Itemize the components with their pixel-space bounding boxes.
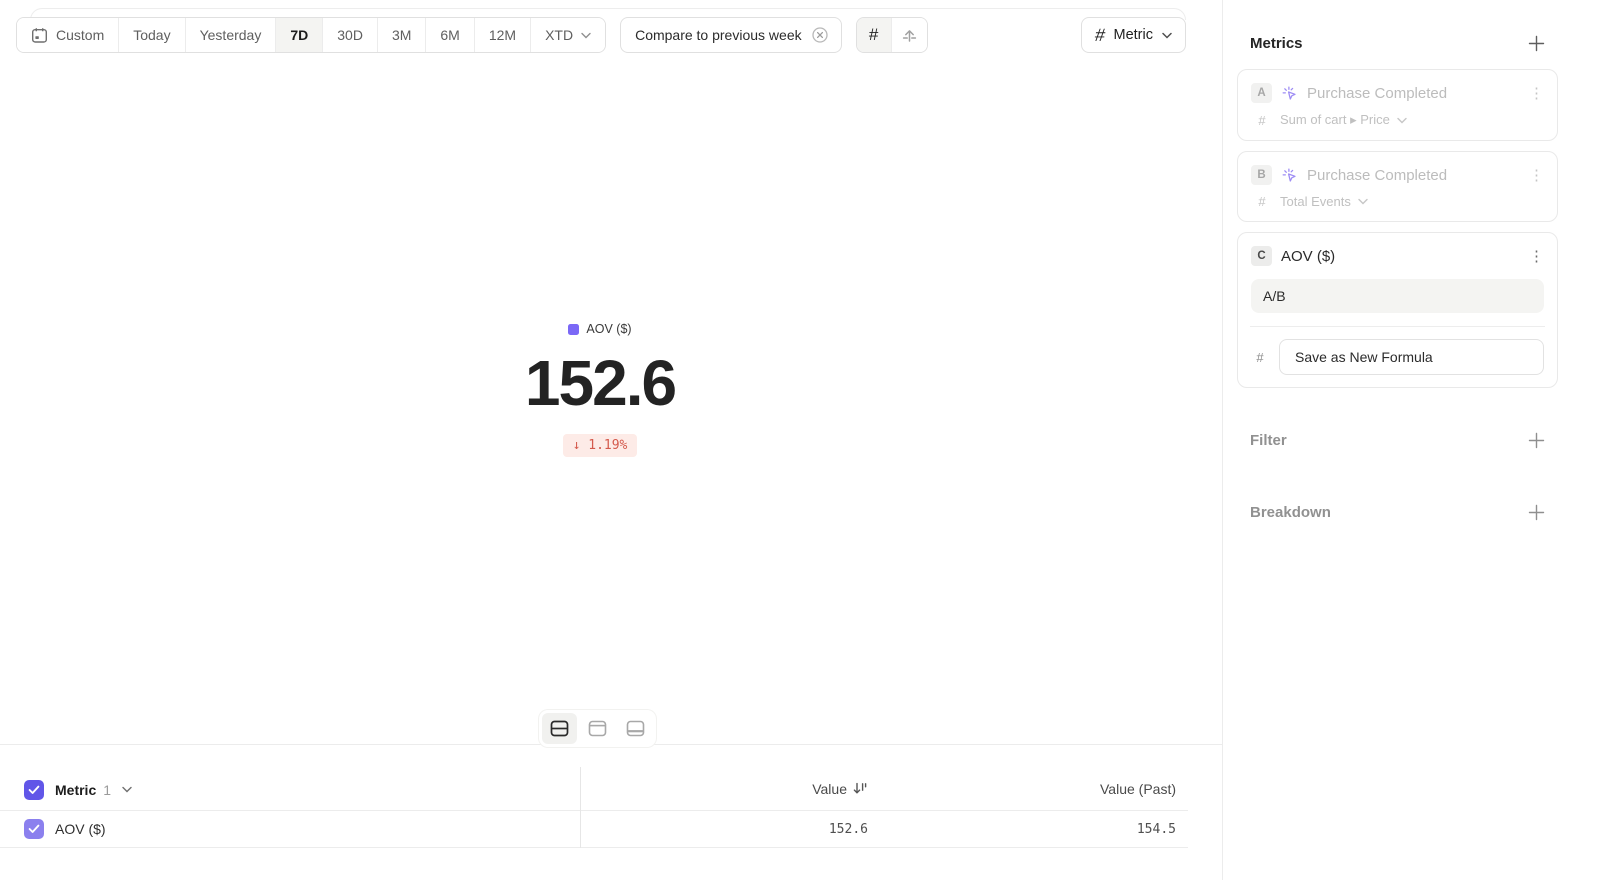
date-range-12m[interactable]: 12M	[475, 18, 531, 52]
split-layout-button[interactable]	[542, 713, 577, 744]
metric-big-number: 152.6	[525, 346, 675, 420]
table-row[interactable]: AOV ($) 152.6 154.5	[0, 810, 1188, 848]
view-mode-selector: #	[856, 17, 928, 53]
numeric-type-icon: #	[1253, 194, 1271, 209]
compare-chip[interactable]: Compare to previous week	[620, 17, 842, 53]
remove-compare-icon[interactable]	[811, 26, 829, 44]
table-layout-button[interactable]	[618, 713, 653, 744]
row-metric-name: AOV ($)	[55, 821, 106, 837]
date-range-custom[interactable]: Custom	[17, 18, 119, 52]
trend-view-button[interactable]	[892, 18, 927, 52]
metric-card-a[interactable]: A Purchase Completed ⋮ # Sum of cart ▸ P…	[1237, 69, 1558, 141]
add-metric-button[interactable]	[1528, 35, 1545, 52]
metric-card-b[interactable]: B Purchase Completed ⋮ # Total Events	[1237, 151, 1558, 222]
select-all-checkbox[interactable]	[24, 780, 44, 800]
metric-count: 1	[103, 782, 111, 798]
query-sidebar: Metrics A Purchase Completed ⋮ # Sum of …	[1222, 0, 1600, 880]
toolbar: Custom Today Yesterday 7D 30D 3M 6M 12M …	[16, 17, 1186, 53]
card-menu-icon[interactable]: ⋮	[1529, 249, 1544, 264]
date-range-6m[interactable]: 6M	[426, 18, 474, 52]
formula-input[interactable]: A/B	[1251, 279, 1544, 313]
date-range-label: Custom	[56, 27, 104, 43]
big-number-chart: AOV ($) 152.6 ↓ 1.19%	[0, 322, 1200, 457]
metric-badge: C	[1251, 246, 1272, 266]
metric-badge: A	[1251, 83, 1272, 103]
metric-header-label: Metric	[55, 782, 96, 798]
numeric-type-icon: #	[1251, 350, 1269, 365]
top-panel-icon	[588, 720, 607, 737]
number-view-button[interactable]: #	[857, 18, 892, 52]
sort-descending-icon	[853, 782, 868, 795]
formula-name: AOV ($)	[1281, 248, 1520, 265]
hash-icon: #	[1093, 25, 1106, 46]
add-breakdown-button[interactable]	[1528, 504, 1545, 521]
breakdown-section-title: Breakdown	[1250, 504, 1331, 521]
aggregation-dropdown[interactable]: Total Events	[1280, 194, 1368, 209]
value-column-header[interactable]: Value	[580, 781, 880, 799]
filter-section-title: Filter	[1250, 432, 1287, 449]
chevron-down-icon	[1162, 32, 1172, 39]
bottom-panel-icon	[626, 720, 645, 737]
numeric-type-icon: #	[1253, 113, 1271, 128]
compare-chip-label: Compare to previous week	[635, 27, 802, 43]
add-filter-button[interactable]	[1528, 432, 1545, 449]
magic-event-icon	[1281, 85, 1298, 102]
row-value-past: 154.5	[880, 822, 1188, 837]
row-value: 152.6	[580, 822, 880, 837]
card-divider	[1250, 326, 1545, 327]
change-badge: ↓ 1.19%	[563, 434, 638, 457]
metric-dropdown-button[interactable]: # Metric	[1081, 17, 1187, 53]
column-divider	[580, 767, 581, 848]
row-checkbox[interactable]	[24, 819, 44, 839]
chevron-down-icon[interactable]	[122, 786, 132, 793]
date-range-7d[interactable]: 7D	[276, 18, 323, 52]
table-header: Metric 1 Value Value (Past)	[0, 769, 1188, 810]
date-range-selector: Custom Today Yesterday 7D 30D 3M 6M 12M …	[16, 17, 606, 53]
metric-badge: B	[1251, 165, 1272, 185]
split-layout-icon	[550, 720, 569, 737]
date-range-today[interactable]: Today	[119, 18, 185, 52]
metric-column-header[interactable]: Metric 1	[0, 780, 580, 800]
main-panel: Custom Today Yesterday 7D 30D 3M 6M 12M …	[0, 0, 1222, 880]
metric-card-c[interactable]: C AOV ($) ⋮ A/B # Save as New Formula	[1237, 232, 1558, 388]
metric-event-name: Purchase Completed	[1307, 167, 1520, 184]
value-past-column-header[interactable]: Value (Past)	[880, 781, 1188, 799]
magic-event-icon	[1281, 167, 1298, 184]
chart-legend: AOV ($)	[568, 322, 631, 336]
metric-button-label: Metric	[1114, 27, 1153, 43]
save-as-new-formula-button[interactable]: Save as New Formula	[1279, 339, 1544, 375]
legend-color-swatch	[568, 324, 579, 335]
date-range-3m[interactable]: 3M	[378, 18, 426, 52]
metric-event-name: Purchase Completed	[1307, 85, 1520, 102]
chart-layout-button[interactable]	[580, 713, 615, 744]
hash-icon: #	[869, 25, 878, 45]
analytics-app: Custom Today Yesterday 7D 30D 3M 6M 12M …	[0, 0, 1600, 880]
card-menu-icon[interactable]: ⋮	[1529, 168, 1544, 183]
metrics-section-title: Metrics	[1250, 35, 1303, 52]
aggregation-dropdown[interactable]: Sum of cart ▸ Price	[1280, 112, 1407, 128]
trend-arrow-icon	[901, 27, 918, 44]
legend-label: AOV ($)	[586, 322, 631, 336]
layout-toggle-group	[539, 710, 656, 747]
card-menu-icon[interactable]: ⋮	[1529, 86, 1544, 101]
chevron-down-icon	[581, 32, 591, 39]
calendar-icon	[31, 27, 48, 44]
date-range-30d[interactable]: 30D	[323, 18, 378, 52]
date-range-xtd[interactable]: XTD	[531, 18, 605, 52]
date-range-yesterday[interactable]: Yesterday	[186, 18, 277, 52]
